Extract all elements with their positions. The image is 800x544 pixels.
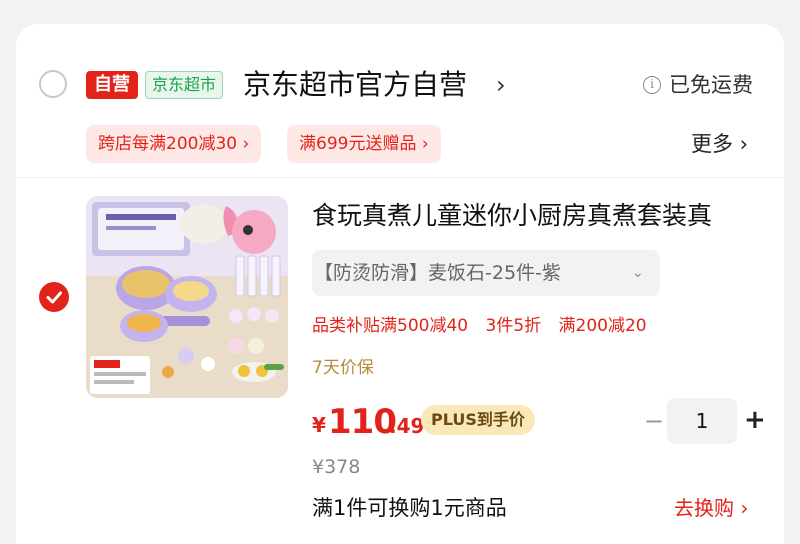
quantity-decrease-button[interactable]: −: [644, 406, 664, 436]
coupon-chip-gift[interactable]: 满699元送赠品 ›: [287, 125, 441, 163]
price-currency: ¥: [312, 413, 326, 437]
promotion-list: 品类补贴满500减40 3件5折 满200减20: [312, 312, 659, 340]
cart-shop-card: 自营 京东超市 京东超市官方自营 › i 已免运费 跨店每满200减30 › 满…: [16, 24, 784, 544]
chevron-right-icon[interactable]: ›: [496, 65, 506, 105]
more-button[interactable]: 更多 ›: [691, 128, 748, 160]
promotion-item: 满200减20: [558, 316, 647, 336]
quantity-increase-button[interactable]: +: [744, 404, 766, 436]
exchange-offer-text: 满1件可换购1元商品: [312, 496, 507, 520]
original-price: ¥378: [312, 456, 361, 478]
quantity-input[interactable]: 1: [667, 398, 737, 444]
shop-select-radio[interactable]: [39, 70, 67, 98]
item-checked-icon[interactable]: [39, 282, 69, 312]
product-image[interactable]: [86, 196, 288, 398]
plus-price-badge: PLUS到手价: [421, 405, 535, 435]
coupon-chip-cross-store[interactable]: 跨店每满200减30 ›: [86, 125, 262, 163]
chevron-down-icon[interactable]: ⌄: [632, 250, 644, 296]
price-decimal: .49: [389, 414, 425, 438]
spec-selector[interactable]: 【防烫防滑】麦饭石-25件-紫: [312, 250, 660, 296]
divider: [16, 177, 784, 178]
go-exchange-link[interactable]: 去换购 ›: [674, 492, 748, 524]
price-guarantee-label: 7天价保: [312, 358, 374, 378]
self-operated-tag: 自营: [86, 71, 138, 99]
product-title[interactable]: 食玩真煮儿童迷你小厨房真煮套装真: [312, 196, 712, 236]
info-icon[interactable]: i: [643, 76, 661, 94]
shipping-status: 已免运费: [669, 73, 753, 97]
promotion-item: 3件5折: [485, 316, 542, 336]
shop-name[interactable]: 京东超市官方自营: [243, 65, 467, 105]
jd-supermarket-tag: 京东超市: [145, 71, 224, 99]
promotion-item: 品类补贴满500减40: [312, 316, 469, 336]
price-integer: 110: [328, 402, 397, 442]
